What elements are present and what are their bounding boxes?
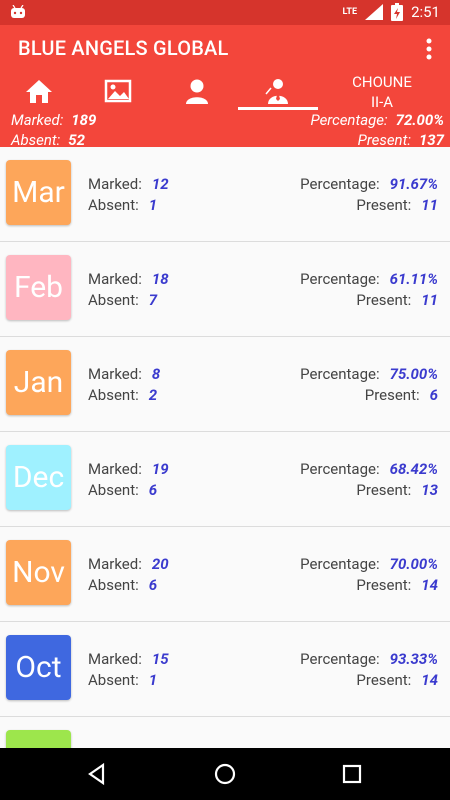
class-section: II-A [370, 93, 394, 111]
absent-value: 1 [148, 196, 158, 214]
percentage-label: Percentage: 93.33% [300, 650, 438, 668]
percentage-value: 70.00% [389, 555, 438, 573]
marked-value: 19 [151, 460, 169, 478]
present-label: Present: 14 [356, 576, 438, 594]
status-bar: LTE 2:51 [0, 0, 450, 25]
summary-percentage: Percentage: 72.00% [310, 111, 445, 129]
month-badge: Feb [6, 255, 71, 320]
signal-icon [365, 4, 384, 20]
month-badge: Jan [6, 350, 71, 415]
recents-icon[interactable] [338, 760, 366, 788]
tab-home[interactable] [9, 75, 69, 107]
image-icon [104, 79, 132, 103]
present-value: 13 [421, 481, 438, 499]
present-label: Present: 14 [356, 671, 438, 689]
absent-value: 6 [148, 481, 158, 499]
present-label: Present: 13 [356, 481, 438, 499]
percentage-value: 93.33% [389, 650, 438, 668]
marked-label: Marked: 20 [88, 555, 169, 573]
marked-label: Marked: 12 [88, 175, 169, 193]
class-name: CHOUNE [352, 73, 412, 91]
present-label: Present: 11 [356, 196, 438, 214]
more-options-icon[interactable] [426, 38, 432, 60]
clock: 2:51 [411, 3, 440, 21]
month-list[interactable]: Mar Marked: 12 Absent: 1 Percentage: 91.67% Pre… [0, 147, 450, 748]
marked-value: 8 [151, 365, 161, 383]
percentage-label: Percentage: 75.00% [300, 365, 438, 383]
absent-label: Absent: 7 [88, 291, 158, 309]
absent-label: Absent: 1 [88, 671, 158, 689]
absent-value: 2 [148, 386, 158, 404]
month-badge: Mar [6, 160, 71, 225]
absent-label: Absent: 6 [88, 481, 158, 499]
marked-value: 18 [151, 270, 169, 288]
month-row[interactable]: Nov Marked: 20 Absent: 6 Percentage: 70.00% Pre… [0, 527, 450, 622]
percentage-label: Percentage:70.00% [300, 555, 438, 573]
present-value: 11 [421, 196, 438, 214]
absent-value: 6 [148, 576, 158, 594]
marked-label: Marked: 18 [88, 270, 169, 288]
android-robot-icon [11, 5, 25, 18]
app-title: BLUE ANGELS GLOBAL [18, 36, 229, 60]
summary-marked: Marked: 189 [11, 111, 97, 129]
month-badge: Nov [6, 540, 71, 605]
absent-label: Absent: 2 [88, 386, 158, 404]
tab-attendance[interactable] [248, 75, 308, 107]
present-label: Present: 11 [356, 291, 438, 309]
tab-profile[interactable] [167, 75, 227, 107]
marked-label: Marked: 19 [88, 460, 169, 478]
present-value: 11 [421, 291, 438, 309]
percentage-label: Percentage: 68.42% [300, 460, 438, 478]
absent-value: 1 [148, 671, 158, 689]
marked-value: 20 [151, 555, 169, 573]
app-header: BLUE ANGELS GLOBAL CHOUNE II-A Marked: 18… [0, 25, 450, 149]
month-badge: Dec [6, 445, 71, 510]
month-row[interactable]: Feb Marked: 18 Absent: 7 Percentage: 61.11% Pre… [0, 242, 450, 337]
month-row[interactable]: Marked:10Absent:Percentage:70.00%Present… [0, 717, 450, 748]
percentage-label: Percentage: 61.11% [300, 270, 438, 288]
home-icon [26, 80, 52, 103]
absent-label: Absent: 1 [88, 196, 158, 214]
marked-value: 12 [151, 175, 169, 193]
navigation-bar [0, 748, 450, 800]
tab-indicator [238, 107, 318, 110]
percentage-value: 61.11% [389, 270, 438, 288]
month-badge: Oct [6, 635, 71, 700]
absent-value: 7 [148, 291, 158, 309]
home-button-icon[interactable] [211, 760, 239, 788]
marked-value: 15 [151, 650, 169, 668]
month-row[interactable]: Mar Marked: 12 Absent: 1 Percentage: 91.67% Pre… [0, 147, 450, 242]
percentage-value: 91.67% [389, 175, 438, 193]
back-icon[interactable] [84, 760, 112, 788]
month-row[interactable]: Jan Marked: 8 Absent: 2 Percentage: 75.00% Pres… [0, 337, 450, 432]
marked-label: Marked: 15 [88, 650, 169, 668]
battery-icon [391, 3, 404, 21]
network-type: LTE [342, 7, 358, 17]
tab-class-info[interactable]: CHOUNE II-A [336, 72, 428, 112]
person-icon [186, 79, 208, 104]
month-badge [6, 730, 71, 748]
present-value: 6 [429, 386, 438, 404]
present-label: Present: 6 [364, 386, 438, 404]
month-row[interactable]: Dec Marked: 19 Absent: 6 Percentage: 68.42% Pre… [0, 432, 450, 527]
present-value: 14 [421, 671, 438, 689]
tab-gallery[interactable] [88, 75, 148, 107]
percentage-label: Percentage: 91.67% [300, 175, 438, 193]
teacher-icon [265, 79, 288, 104]
percentage-value: 68.42% [389, 460, 438, 478]
present-value: 14 [421, 576, 438, 594]
month-row[interactable]: Oct Marked: 15 Absent: 1 Percentage: 93.33% Pre… [0, 622, 450, 717]
percentage-value: 75.00% [389, 365, 438, 383]
absent-label: Absent: 6 [88, 576, 158, 594]
marked-label: Marked: 8 [88, 365, 161, 383]
